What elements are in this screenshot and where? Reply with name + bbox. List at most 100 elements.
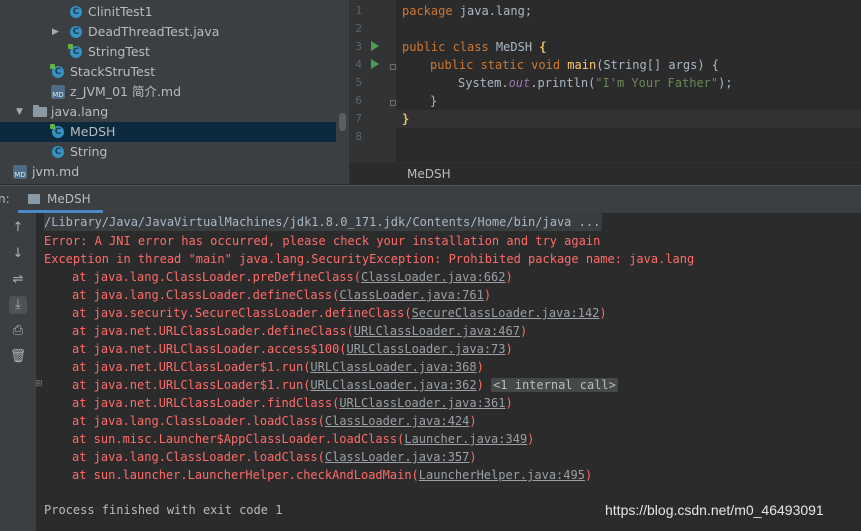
tree-item-string[interactable]: C String bbox=[0, 142, 336, 162]
stack-frame-method: at java.net.URLClassLoader$1.run( bbox=[72, 360, 311, 374]
stack-frame-method: at java.lang.ClassLoader.loadClass( bbox=[72, 450, 325, 464]
stack-frame-paren: ) bbox=[505, 396, 513, 410]
line-number: 5 bbox=[355, 76, 362, 89]
source-link[interactable]: URLClassLoader.java:362 bbox=[310, 378, 476, 392]
markdown-file-icon: MD bbox=[13, 165, 27, 179]
fold-icon[interactable] bbox=[390, 64, 396, 70]
source-link[interactable]: ClassLoader.java:662 bbox=[361, 270, 506, 284]
tree-item-jvm-md[interactable]: MD jvm.md bbox=[0, 162, 336, 182]
stack-frame-method: at java.net.URLClassLoader$1.run( bbox=[72, 378, 311, 392]
line-number: 1 bbox=[355, 4, 362, 17]
tree-item-java-lang[interactable]: ▼ java.lang bbox=[0, 102, 336, 122]
source-link[interactable]: URLClassLoader.java:368 bbox=[310, 360, 476, 374]
line-number: 4 bbox=[355, 58, 362, 71]
line-number: 7 bbox=[355, 112, 362, 125]
run-config-icon bbox=[28, 193, 40, 204]
source-link[interactable]: ClassLoader.java:357 bbox=[325, 450, 470, 464]
line-number: 3 bbox=[355, 40, 362, 53]
code-text: java.lang; bbox=[452, 4, 533, 18]
stack-frame-method: at java.lang.ClassLoader.loadClass( bbox=[72, 414, 325, 428]
internal-call-fold[interactable]: <1 internal call> bbox=[491, 378, 618, 392]
scroll-to-end-icon[interactable]: ⤓ bbox=[9, 296, 27, 314]
stack-frame-paren: ) bbox=[584, 468, 593, 482]
stack-frame-paren: ) bbox=[519, 324, 528, 338]
source-link[interactable]: Launcher.java:349 bbox=[404, 432, 527, 446]
fold-icon[interactable] bbox=[390, 100, 396, 106]
stack-frame-line: at sun.launcher.LauncherHelper.checkAndL… bbox=[72, 466, 592, 484]
run-window-label: n: bbox=[0, 192, 10, 206]
tree-item-medsh[interactable]: C MeDSH bbox=[0, 122, 336, 142]
code-editor[interactable]: 1 2 3 4 5 6 7 8 package java.lang; publi… bbox=[350, 0, 861, 162]
stack-frame-line: at java.net.URLClassLoader.findClass(URL… bbox=[72, 394, 513, 412]
stack-frame-paren: ) bbox=[483, 288, 492, 302]
arrow-down-icon[interactable]: ↓ bbox=[9, 245, 27, 263]
stack-frame-method: at java.lang.ClassLoader.preDefineClass( bbox=[72, 270, 361, 284]
stack-frame-paren: ) bbox=[505, 342, 513, 356]
code-line-4: public static void main(String[] args) { bbox=[430, 56, 719, 74]
run-tool-header: n: MeDSH bbox=[0, 185, 861, 214]
keyword: public static void bbox=[430, 58, 561, 72]
brace: } bbox=[402, 112, 410, 126]
stack-frame-method: at sun.launcher.LauncherHelper.checkAndL… bbox=[72, 468, 419, 482]
print-icon[interactable]: ⎙ bbox=[9, 322, 27, 340]
tree-item-label: StackStruTest bbox=[70, 64, 156, 79]
code-line-3: public class MeDSH { bbox=[402, 38, 547, 56]
stack-frame-line: at java.net.URLClassLoader$1.run(URLClas… bbox=[72, 376, 618, 394]
stack-frame-line: at java.security.SecureClassLoader.defin… bbox=[72, 304, 607, 322]
run-class-icon[interactable] bbox=[371, 41, 379, 51]
line-number: 2 bbox=[355, 22, 362, 35]
stack-frame-paren: ) bbox=[469, 414, 477, 428]
scrollbar-thumb[interactable] bbox=[339, 113, 346, 131]
chevron-down-icon[interactable]: ▼ bbox=[16, 102, 23, 122]
source-link[interactable]: URLClassLoader.java:467 bbox=[354, 324, 520, 338]
console-output[interactable]: /Library/Java/JavaVirtualMachines/jdk1.8… bbox=[36, 213, 861, 531]
tree-item-deadthreadtest[interactable]: ▶ C DeadThreadTest.java bbox=[0, 22, 336, 42]
source-link[interactable]: URLClassLoader.java:73 bbox=[347, 342, 506, 356]
stack-frame-line: at java.net.URLClassLoader$1.run(URLClas… bbox=[72, 358, 484, 376]
chevron-right-icon[interactable]: ▶ bbox=[52, 22, 59, 42]
code-area[interactable]: package java.lang; public class MeDSH { … bbox=[402, 0, 861, 162]
trash-icon[interactable]: 🗑 bbox=[9, 348, 27, 366]
tree-item-stringtest[interactable]: C StringTest bbox=[0, 42, 336, 62]
class-name: MeDSH bbox=[488, 40, 540, 54]
breadcrumb-item[interactable]: MeDSH bbox=[407, 163, 451, 185]
code-line-5: System.out.println("I'm Your Father"); bbox=[458, 74, 733, 92]
stack-frame-method: at java.security.SecureClassLoader.defin… bbox=[72, 306, 412, 320]
tree-item-zjvm01-md[interactable]: MD z_JVM_01 简介.md bbox=[0, 82, 336, 102]
stack-frame-line: at java.lang.ClassLoader.loadClass(Class… bbox=[72, 448, 477, 466]
markdown-file-icon: MD bbox=[51, 85, 65, 99]
tree-item-stackstrutest[interactable]: C StackStruTest bbox=[0, 62, 336, 82]
stack-frame-paren: ) bbox=[476, 360, 484, 374]
java-class-icon: C bbox=[50, 64, 64, 78]
soft-wrap-icon[interactable]: ⇌ bbox=[9, 271, 27, 289]
stack-frame-method: at java.net.URLClassLoader.defineClass( bbox=[72, 324, 354, 338]
console-command-line[interactable]: /Library/Java/JavaVirtualMachines/jdk1.8… bbox=[44, 213, 603, 231]
stack-frame-method: at java.net.URLClassLoader.findClass( bbox=[72, 396, 340, 410]
tree-item-label: String bbox=[70, 144, 108, 159]
stack-frame-method: at java.net.URLClassLoader.access$100( bbox=[72, 342, 347, 356]
expand-internal-calls-icon[interactable]: ⊞ bbox=[35, 380, 43, 389]
keyword: package bbox=[402, 4, 453, 18]
project-tree: C ClinitTest1 ▶ C DeadThreadTest.java C … bbox=[0, 0, 336, 184]
breadcrumb[interactable]: MeDSH bbox=[350, 162, 861, 185]
source-link[interactable]: ClassLoader.java:761 bbox=[339, 288, 484, 302]
source-link[interactable]: ClassLoader.java:424 bbox=[325, 414, 470, 428]
tree-item-clinittest1[interactable]: C ClinitTest1 bbox=[0, 2, 336, 22]
stack-frame-paren: ) bbox=[505, 270, 513, 284]
tree-item-label: MeDSH bbox=[70, 124, 116, 139]
run-tab-medsh[interactable]: MeDSH bbox=[18, 186, 103, 213]
stack-frame-method: at sun.misc.Launcher$AppClassLoader.load… bbox=[72, 432, 405, 446]
java-class-icon: C bbox=[70, 26, 82, 38]
tree-item-label: jvm.md bbox=[32, 164, 80, 179]
run-main-icon[interactable] bbox=[371, 59, 379, 69]
source-link[interactable]: LauncherHelper.java:495 bbox=[419, 468, 585, 482]
keyword: public class bbox=[402, 40, 489, 54]
java-class-icon: C bbox=[50, 124, 64, 138]
brace: { bbox=[539, 40, 547, 54]
method-name: main bbox=[567, 58, 597, 72]
source-link[interactable]: SecureClassLoader.java:142 bbox=[412, 306, 600, 320]
arrow-up-icon[interactable]: ↑ bbox=[9, 219, 27, 237]
code-text: ); bbox=[718, 76, 733, 90]
source-link[interactable]: URLClassLoader.java:361 bbox=[339, 396, 505, 410]
tree-scrollbar[interactable] bbox=[336, 0, 350, 184]
